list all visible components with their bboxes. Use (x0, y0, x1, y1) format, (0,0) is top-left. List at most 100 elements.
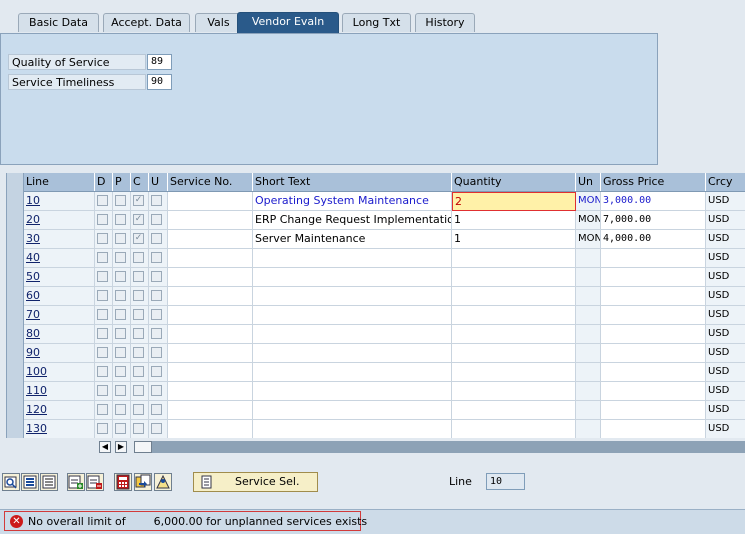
table-row[interactable]: 20 ✓ ERP Change Request Implementation 1 MON… (24, 211, 745, 230)
cell-un[interactable] (576, 306, 601, 325)
status-message[interactable]: ✕ No overall limit of 6,000.00 for unpla… (4, 511, 367, 531)
calculator-button[interactable] (114, 473, 132, 491)
delete-row-button[interactable] (86, 473, 104, 491)
cell-service-no[interactable] (168, 382, 253, 401)
cell-p-checkbox[interactable] (113, 420, 131, 438)
cell-d-checkbox[interactable] (95, 230, 113, 249)
cell-service-no[interactable] (168, 420, 253, 438)
c-checkbox[interactable] (133, 252, 144, 263)
cell-d-checkbox[interactable] (95, 325, 113, 344)
cell-short-text[interactable] (253, 420, 452, 438)
cell-d-checkbox[interactable] (95, 192, 113, 211)
cell-c-checkbox[interactable] (131, 325, 149, 344)
table-row[interactable]: 80 USD (24, 325, 745, 344)
row-selector-column[interactable] (7, 173, 24, 438)
cell-quantity[interactable] (452, 401, 576, 420)
u-checkbox[interactable] (151, 252, 162, 263)
cell-u-checkbox[interactable] (149, 230, 168, 249)
cell-crcy[interactable]: USD (706, 211, 745, 230)
quality-of-service-field[interactable]: 89 (147, 54, 172, 70)
cell-d-checkbox[interactable] (95, 382, 113, 401)
p-checkbox[interactable] (115, 233, 126, 244)
cell-c-checkbox[interactable] (131, 344, 149, 363)
c-checkbox[interactable] (133, 271, 144, 282)
cell-c-checkbox[interactable]: ✓ (131, 230, 149, 249)
cell-line[interactable]: 120 (24, 401, 95, 420)
tab-vals[interactable]: Vals (195, 13, 242, 32)
cell-service-no[interactable] (168, 306, 253, 325)
cell-p-checkbox[interactable] (113, 268, 131, 287)
column-header-d[interactable]: D (95, 173, 113, 191)
cell-short-text[interactable] (253, 382, 452, 401)
p-checkbox[interactable] (115, 404, 126, 415)
d-checkbox[interactable] (97, 404, 108, 415)
column-header-p[interactable]: P (113, 173, 131, 191)
cell-un[interactable] (576, 268, 601, 287)
scroll-left-button[interactable]: ◀ (99, 441, 111, 453)
cell-d-checkbox[interactable] (95, 306, 113, 325)
c-checkbox[interactable] (133, 290, 144, 301)
cell-c-checkbox[interactable] (131, 287, 149, 306)
cell-c-checkbox[interactable] (131, 382, 149, 401)
table-row[interactable]: 50 USD (24, 268, 745, 287)
table-row[interactable]: 30 ✓ Server Maintenance 1 MON 4,000.00 USD (24, 230, 745, 249)
cell-service-no[interactable] (168, 230, 253, 249)
cell-short-text[interactable] (253, 325, 452, 344)
service-timeliness-field[interactable]: 90 (147, 74, 172, 90)
cell-d-checkbox[interactable] (95, 344, 113, 363)
cell-line[interactable]: 60 (24, 287, 95, 306)
line-field[interactable]: 10 (486, 473, 525, 490)
d-checkbox[interactable] (97, 385, 108, 396)
u-checkbox[interactable] (151, 214, 162, 225)
cell-c-checkbox[interactable]: ✓ (131, 211, 149, 230)
cell-u-checkbox[interactable] (149, 344, 168, 363)
cell-service-no[interactable] (168, 287, 253, 306)
cell-d-checkbox[interactable] (95, 249, 113, 268)
p-checkbox[interactable] (115, 309, 126, 320)
u-checkbox[interactable] (151, 328, 162, 339)
cell-line[interactable]: 90 (24, 344, 95, 363)
c-checkbox[interactable] (133, 347, 144, 358)
cell-c-checkbox[interactable]: ✓ (131, 192, 149, 211)
column-header-c[interactable]: C (131, 173, 149, 191)
d-checkbox[interactable] (97, 233, 108, 244)
u-checkbox[interactable] (151, 309, 162, 320)
cell-short-text[interactable]: ERP Change Request Implementation (253, 211, 452, 230)
u-checkbox[interactable] (151, 233, 162, 244)
cell-gross-price[interactable] (601, 420, 706, 438)
cell-un[interactable] (576, 363, 601, 382)
cell-p-checkbox[interactable] (113, 230, 131, 249)
c-checkbox[interactable]: ✓ (133, 233, 144, 244)
cell-service-no[interactable] (168, 344, 253, 363)
cell-crcy[interactable]: USD (706, 344, 745, 363)
cell-quantity[interactable]: 2 (452, 192, 576, 211)
cell-quantity[interactable] (452, 344, 576, 363)
service-sel-button[interactable]: Service Sel. (193, 472, 318, 492)
table-row[interactable]: 110 USD (24, 382, 745, 401)
cell-u-checkbox[interactable] (149, 363, 168, 382)
cell-short-text[interactable] (253, 268, 452, 287)
table-row[interactable]: 60 USD (24, 287, 745, 306)
cell-u-checkbox[interactable] (149, 306, 168, 325)
cell-un[interactable] (576, 420, 601, 438)
cell-u-checkbox[interactable] (149, 287, 168, 306)
cell-p-checkbox[interactable] (113, 287, 131, 306)
table-row[interactable]: 40 USD (24, 249, 745, 268)
p-checkbox[interactable] (115, 366, 126, 377)
d-checkbox[interactable] (97, 271, 108, 282)
cell-crcy[interactable]: USD (706, 306, 745, 325)
cell-gross-price[interactable] (601, 306, 706, 325)
column-header-gross-price[interactable]: Gross Price (601, 173, 706, 191)
cell-u-checkbox[interactable] (149, 401, 168, 420)
cell-short-text[interactable] (253, 344, 452, 363)
cell-c-checkbox[interactable] (131, 306, 149, 325)
table-row[interactable]: 70 USD (24, 306, 745, 325)
cell-service-no[interactable] (168, 401, 253, 420)
cell-c-checkbox[interactable] (131, 363, 149, 382)
cell-un[interactable] (576, 325, 601, 344)
cell-un[interactable] (576, 249, 601, 268)
cell-p-checkbox[interactable] (113, 211, 131, 230)
table-row[interactable]: 10 ✓ Operating System Maintenance 2 MON 3,000… (24, 192, 745, 211)
cell-p-checkbox[interactable] (113, 192, 131, 211)
column-header-short-text[interactable]: Short Text (253, 173, 452, 191)
